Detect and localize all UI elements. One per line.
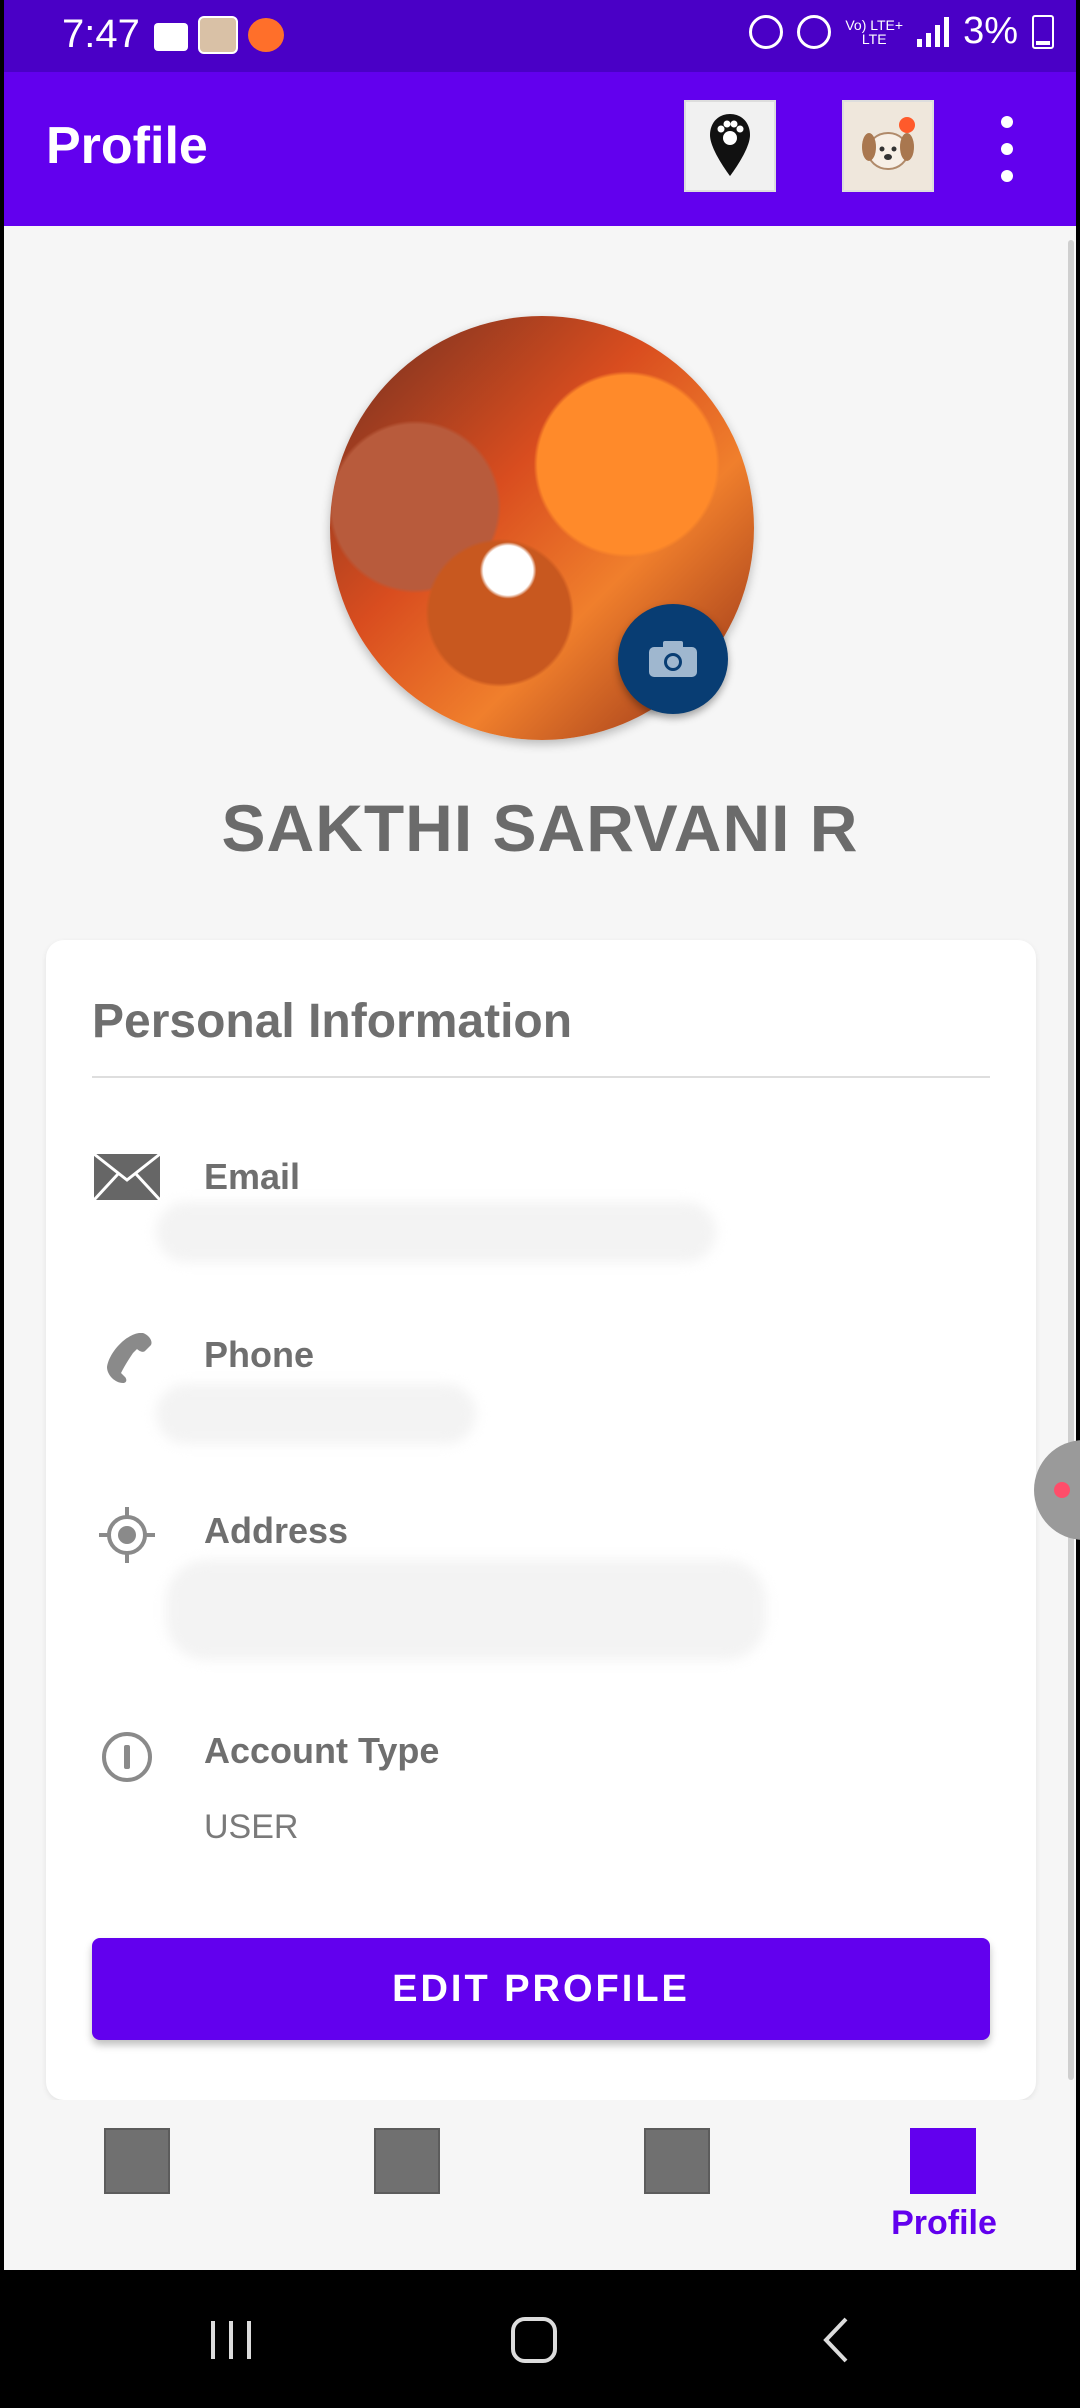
lte-icon: Vo) LTE+ LTE [845,18,903,46]
nav-item-1[interactable] [78,2128,188,2248]
personal-info-card: Personal Information Email Phone Address… [46,940,1036,2100]
folder-icon [154,23,188,51]
back-icon [823,2317,848,2363]
user-name: SAKTHI SARVANI R [221,791,859,865]
status-system-icons: Vo) LTE+ LTE 3% [749,10,1054,53]
recent-apps-icon [211,2321,251,2359]
change-photo-button[interactable] [618,604,728,714]
nav-square-icon [644,2128,710,2194]
edit-profile-button[interactable]: EDIT PROFILE [92,1938,990,2040]
lte-top-text: Vo) LTE+ [845,16,904,33]
floating-recorder-bubble[interactable] [1034,1440,1080,1540]
nav-item-3[interactable] [618,2128,728,2248]
location-icon [92,1500,162,1570]
nav-item-profile[interactable]: Profile [884,2128,997,2248]
lte-bottom-text: LTE [861,30,887,47]
account-type-label: Account Type [204,1730,440,1771]
nav-square-icon [104,2128,170,2194]
battery-percent: 3% [963,10,1018,52]
status-time: 7:47 [62,12,140,56]
account-type-value: USER [204,1808,299,1846]
system-navigation-bar [0,2270,1080,2408]
status-notification-icons [154,16,284,54]
bottom-navigation: Profile [4,2100,1076,2270]
card-divider [92,1076,990,1078]
phone-value-redacted [156,1384,476,1444]
scroll-indicator[interactable] [1068,240,1074,2080]
recorder-icon [248,18,284,52]
nav-square-icon [374,2128,440,2194]
app-screen: 7:47 Vo) LTE+ LTE 3% Profile SAKTHI SARV… [4,0,1080,2270]
dog-app-icon [198,16,238,54]
battery-icon [1032,14,1054,49]
overflow-menu-button[interactable] [992,116,1022,182]
phone-icon [92,1322,162,1392]
pet-notification-button[interactable] [842,100,934,192]
address-value-redacted [166,1560,766,1660]
mail-icon [92,1142,162,1212]
card-title: Personal Information [92,995,573,1048]
alarm-icon [749,14,784,49]
hotspot-icon [797,14,832,49]
home-button[interactable] [504,2310,564,2370]
nav-label-profile: Profile [891,2204,997,2242]
home-icon [511,2317,557,2363]
page-title: Profile [46,117,208,175]
app-bar: Profile [4,72,1076,226]
status-bar: 7:47 Vo) LTE+ LTE 3% [4,0,1076,72]
recent-apps-button[interactable] [202,2310,262,2370]
nav-item-2[interactable] [348,2128,458,2248]
profile-nav-icon [910,2128,976,2194]
dog-icon [862,117,915,170]
camera-icon [649,641,697,677]
email-label: Email [204,1156,301,1197]
back-button[interactable] [806,2310,866,2370]
info-icon [92,1722,162,1792]
signal-icon [917,16,950,47]
phone-label: Phone [204,1334,315,1375]
address-label: Address [204,1510,349,1551]
paw-location-button[interactable] [684,100,776,192]
paw-location-icon [710,114,750,176]
email-value-redacted [156,1202,716,1262]
